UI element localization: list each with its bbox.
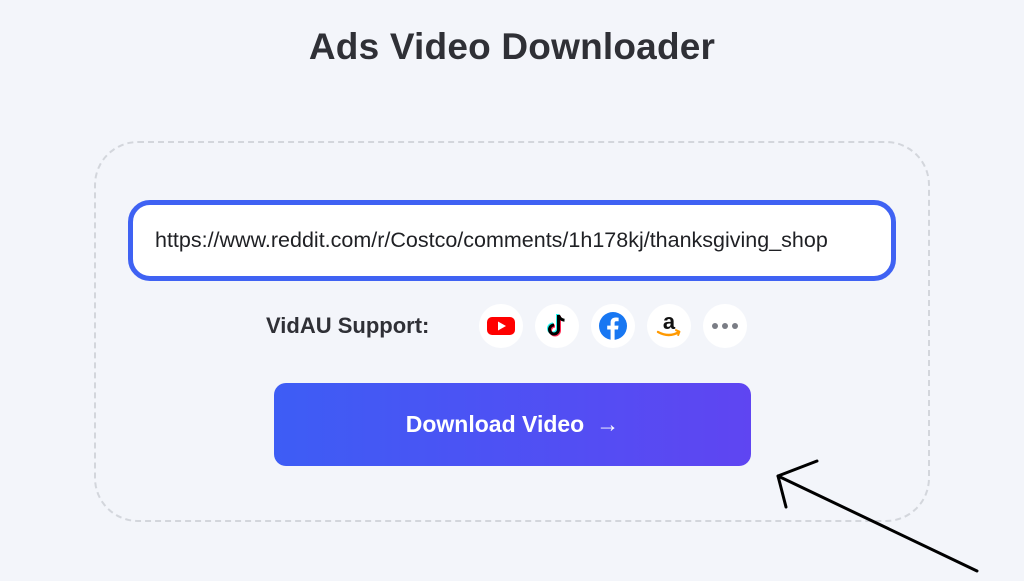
youtube-platform[interactable] xyxy=(479,304,523,348)
tiktok-icon xyxy=(547,314,565,337)
youtube-icon xyxy=(487,317,515,335)
page-title: Ads Video Downloader xyxy=(308,26,716,67)
more-platforms[interactable] xyxy=(703,304,747,348)
download-video-button[interactable]: Download Video → xyxy=(274,383,751,466)
amazon-platform[interactable]: a xyxy=(647,304,691,348)
facebook-platform[interactable] xyxy=(591,304,635,348)
facebook-icon xyxy=(599,312,627,340)
support-label: VidAU Support: xyxy=(266,313,430,338)
arrow-right-icon: → xyxy=(596,411,620,437)
url-input-container[interactable] xyxy=(128,200,896,281)
url-input[interactable] xyxy=(155,205,877,276)
amazon-icon: a xyxy=(656,310,681,337)
download-button-label: Download Video xyxy=(405,411,585,437)
tiktok-platform[interactable] xyxy=(535,304,579,348)
more-icon xyxy=(712,323,738,329)
svg-text:a: a xyxy=(663,310,676,334)
